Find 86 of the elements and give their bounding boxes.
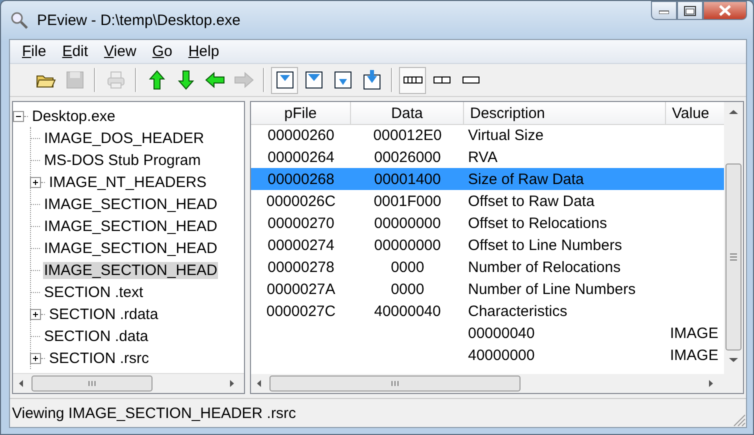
expand-icon[interactable]	[30, 308, 41, 320]
minimize-button[interactable]	[651, 1, 677, 20]
menu-item[interactable]: Edit	[54, 43, 96, 60]
maximize-button[interactable]	[677, 1, 703, 20]
page-down-icon	[360, 69, 382, 91]
left-arrow-icon	[204, 69, 226, 91]
expand-icon[interactable]	[30, 176, 41, 188]
table-cell-text: Number of Line Numbers	[467, 280, 637, 300]
table-row[interactable]: 40000000 IMAGE	[251, 344, 724, 366]
tree-item[interactable]: Desktop.exe	[31, 108, 116, 124]
tree-item[interactable]: IMAGE_SECTION_HEAD	[43, 218, 218, 234]
table-row[interactable]: 00000264 00026000 RVA	[251, 146, 724, 168]
table-cell-text: 00000268	[266, 170, 336, 190]
table-row[interactable]: 0000027A 0000 Number of Line Numbers	[251, 278, 724, 300]
table-cell-text: 00000000	[373, 214, 442, 234]
table-cell-text: 40000040	[373, 302, 442, 322]
table-cell-text: 00000274	[266, 236, 336, 256]
table-cell-text: RVA	[467, 148, 498, 168]
minimize-icon	[659, 8, 669, 14]
resize-grip-icon	[732, 413, 746, 427]
page-down-icon	[302, 69, 324, 91]
tree-item[interactable]: SECTION .rdata	[48, 306, 160, 322]
table-cell-text: IMAGE	[669, 346, 720, 366]
table-cell-text: IMAGE	[669, 324, 720, 344]
tree-item[interactable]: IMAGE_SECTION_HEAD	[43, 262, 218, 278]
table-cell-text: 0000	[390, 280, 426, 300]
table-cell-text: Offset to Relocations	[467, 214, 608, 234]
table-cell-text: Offset to Line Numbers	[467, 236, 623, 256]
menu-item[interactable]: View	[96, 43, 144, 60]
table-cell-text: 40000000	[467, 346, 536, 366]
table-cell-text: 000012E0	[372, 126, 443, 146]
table-cell-text: 0001F000	[372, 192, 442, 212]
tree-item[interactable]: SECTION .rsrc	[48, 350, 150, 366]
table-cell-text: 00000278	[266, 258, 336, 278]
tree-item[interactable]: MS-DOS Stub Program	[43, 152, 202, 168]
menu-item[interactable]: Help	[180, 43, 228, 60]
tree-item[interactable]: IMAGE_SECTION_HEAD	[43, 196, 218, 212]
printer-icon	[104, 69, 126, 91]
expand-icon[interactable]	[30, 352, 41, 364]
status-text: Viewing IMAGE_SECTION_HEADER .rsrc	[12, 404, 296, 422]
table-cell-text: 0000026C	[265, 192, 337, 212]
tree-item[interactable]: IMAGE_SECTION_HEAD	[43, 240, 218, 256]
tree-item[interactable]: IMAGE_DOS_HEADER	[43, 130, 206, 146]
menu-item[interactable]: Go	[144, 43, 180, 60]
table-cell-text: Virtual Size	[467, 126, 545, 146]
table-cell-text: 00000000	[373, 236, 442, 256]
maximize-icon	[684, 6, 696, 16]
table-cell-text: 0000	[390, 258, 426, 278]
table-cell-text: 00000260	[266, 126, 336, 146]
table-row[interactable]: 00000278 0000 Number of Relocations	[251, 256, 724, 278]
magnifier-icon	[9, 10, 29, 30]
floppy-icon	[64, 69, 86, 91]
page-down-icon	[332, 69, 354, 91]
right-arrow-icon	[232, 69, 254, 91]
tree-item[interactable]: SECTION .text	[43, 284, 144, 300]
close-button[interactable]	[703, 1, 747, 20]
table-cell-text: 0000027A	[266, 280, 336, 300]
table-cell-text: 00000270	[266, 214, 336, 234]
page-down-icon	[274, 69, 296, 91]
table-cell-text: 0000027C	[265, 302, 337, 322]
table-row[interactable]: 00000274 00000000 Offset to Line Numbers	[251, 234, 724, 256]
toolbar-button[interactable]	[399, 66, 426, 94]
close-icon	[719, 5, 731, 16]
table-row[interactable]: 00000260 000012E0 Virtual Size	[251, 124, 724, 146]
table-row[interactable]: 00000040 IMAGE	[251, 322, 724, 344]
column-header[interactable]: Description	[464, 102, 666, 125]
column-header[interactable]: pFile	[251, 102, 351, 125]
table-cell-text: 00026000	[373, 148, 442, 168]
toolbar-button[interactable]	[271, 66, 298, 94]
table-cell-text: Number of Relocations	[467, 258, 622, 278]
collapse-icon[interactable]	[13, 110, 24, 122]
table-cell-text: 00000264	[266, 148, 336, 168]
table-row[interactable]: 00000270 00000000 Offset to Relocations	[251, 212, 724, 234]
table-row[interactable]: 0000027C 40000040 Characteristics	[251, 300, 724, 322]
window-title: PEview - D:\temp\Desktop.exe	[37, 12, 240, 28]
tree-item[interactable]: IMAGE_NT_HEADERS	[48, 174, 208, 190]
tree-item[interactable]: SECTION .data	[43, 328, 150, 344]
table-cell-text: Characteristics	[467, 302, 568, 322]
table-cell-text: 00000040	[467, 324, 536, 344]
menu-item[interactable]: File	[14, 43, 54, 60]
table-cell-text: Size of Raw Data	[467, 170, 585, 190]
table-cell-text: 00001400	[373, 170, 442, 190]
column-header[interactable]: Data	[351, 102, 464, 125]
table-cell-text: Offset to Raw Data	[467, 192, 596, 212]
table-row[interactable]: 0000026C 0001F000 Offset to Raw Data	[251, 190, 724, 212]
table-row[interactable]: 00000268 00001400 Size of Raw Data	[251, 168, 724, 190]
